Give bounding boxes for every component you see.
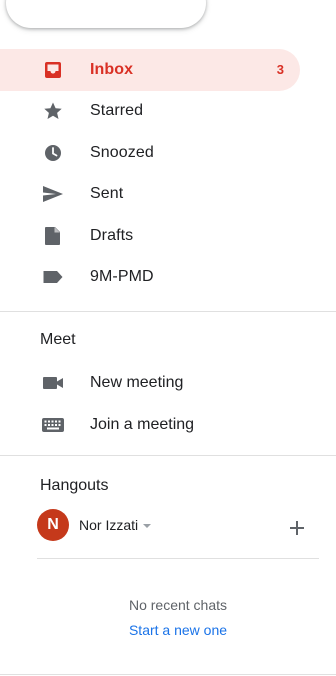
hangouts-user-name: Nor Izzati: [79, 517, 139, 533]
join-meeting-label: Join a meeting: [90, 416, 195, 433]
star-icon: [42, 100, 64, 122]
avatar: N: [37, 509, 69, 541]
clock-icon: [42, 142, 64, 164]
unread-count-badge: 3: [276, 62, 284, 78]
nav-item-starred[interactable]: Starred: [0, 91, 300, 133]
inbox-icon: [42, 59, 64, 81]
draft-icon: [42, 225, 64, 247]
nav-item-label: Inbox: [90, 60, 134, 78]
label-icon: [42, 266, 64, 288]
start-new-chat-link[interactable]: Start a new one: [0, 622, 336, 638]
nav-item-label: Sent: [90, 185, 124, 203]
nav-item-label: Snoozed: [90, 143, 154, 161]
nav-item-snoozed[interactable]: Snoozed: [0, 132, 300, 174]
new-meeting-button[interactable]: New meeting: [0, 363, 300, 403]
nav-item-drafts[interactable]: Drafts: [0, 215, 300, 257]
hangouts-divider: [37, 558, 319, 559]
caret-down-icon: [143, 523, 152, 528]
gmail-sidebar: Inbox 3 Starred Snoozed Sent Drafts 9M-P…: [0, 0, 336, 676]
mail-nav: Inbox 3 Starred Snoozed Sent Drafts 9M-P…: [0, 49, 300, 298]
nav-item-inbox[interactable]: Inbox 3: [0, 49, 300, 91]
meet-section-title: Meet: [40, 331, 76, 348]
new-conversation-plus-icon[interactable]: [286, 517, 308, 539]
send-icon: [42, 183, 64, 205]
nav-item-label: 9M-PMD: [90, 268, 154, 286]
nav-item-label: Drafts: [90, 226, 134, 244]
nav-item-label-9m-pmd[interactable]: 9M-PMD: [0, 257, 300, 299]
hangouts-section-title: Hangouts: [40, 477, 109, 494]
no-recent-chats-text: No recent chats: [128, 597, 228, 613]
keyboard-icon: [40, 414, 66, 436]
nav-item-sent[interactable]: Sent: [0, 174, 300, 216]
join-meeting-button[interactable]: Join a meeting: [0, 405, 300, 445]
hangouts-user-switcher[interactable]: N Nor Izzati: [37, 509, 152, 541]
section-divider: [0, 311, 336, 312]
nav-item-label: Starred: [90, 102, 144, 120]
compose-button[interactable]: [6, 0, 206, 28]
section-divider: [0, 455, 336, 456]
videocam-icon: [40, 372, 66, 394]
new-meeting-label: New meeting: [90, 374, 184, 391]
bottom-divider: [0, 674, 336, 675]
